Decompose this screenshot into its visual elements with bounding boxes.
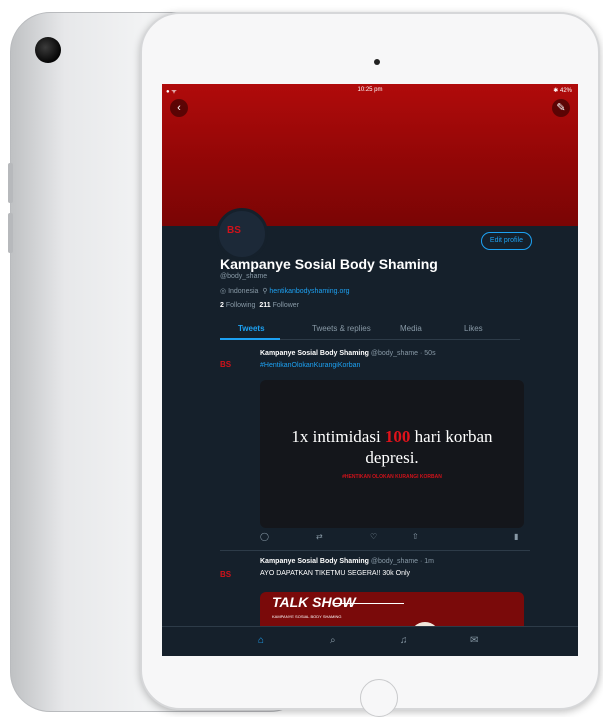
status-bar: ● ᯤ 10:25 pm ✱ 42% bbox=[162, 86, 578, 96]
website-link[interactable]: hentikanbodyshaming.org bbox=[269, 288, 349, 295]
analytics-icon[interactable]: ▮ bbox=[514, 532, 518, 541]
talkshow-title: TALK SHOW bbox=[272, 594, 356, 610]
tweet-author[interactable]: Kampanye Sosial Body Shaming bbox=[260, 350, 369, 357]
retweet-icon[interactable]: ⇄ bbox=[316, 532, 323, 541]
location-icon: ◎ bbox=[220, 288, 227, 295]
avatar[interactable]: BS bbox=[216, 208, 268, 260]
front-camera bbox=[374, 59, 380, 65]
messages-icon[interactable]: ✉ bbox=[470, 635, 478, 646]
tweet-header: Kampanye Sosial Body Shaming @body_shame… bbox=[260, 558, 434, 565]
tweet-header: Kampanye Sosial Body Shaming @body_shame… bbox=[260, 350, 436, 357]
battery-indicator: ✱ 42% bbox=[553, 88, 572, 94]
tweet-hashtag[interactable]: #HentikanOlokanKurangiKorban bbox=[260, 362, 360, 369]
rear-camera bbox=[35, 37, 61, 63]
active-tab-indicator bbox=[220, 338, 280, 340]
back-arrow-icon[interactable]: ‹ bbox=[170, 99, 188, 117]
tweet-author[interactable]: Kampanye Sosial Body Shaming bbox=[260, 558, 369, 565]
media-subcaption: #HENTIKAN OLOKAN KURANGI KORBAN bbox=[342, 474, 442, 480]
media-caption-number: 100 bbox=[384, 427, 411, 446]
tweet-avatar[interactable]: BS bbox=[220, 570, 254, 588]
tab-likes[interactable]: Likes bbox=[464, 324, 483, 333]
share-icon[interactable]: ⇧ bbox=[412, 532, 419, 541]
home-icon[interactable]: ⌂ bbox=[258, 635, 264, 646]
status-time: 10:25 pm bbox=[357, 87, 383, 93]
talkshow-subtitle: KAMPANYE SOSIAL BODY SHAMING bbox=[272, 614, 342, 619]
tweet-avatar[interactable]: BS bbox=[220, 360, 254, 378]
tab-media[interactable]: Media bbox=[400, 324, 422, 333]
profile-tabs: Tweets Tweets & replies Media Likes bbox=[220, 320, 520, 340]
twitter-profile-screen: ● ᯤ 10:25 pm ✱ 42% ‹ ✎ BS Edit profile K… bbox=[162, 84, 578, 656]
tweet-media-image[interactable]: 1x intimidasi 100 hari korban depresi. #… bbox=[260, 380, 524, 528]
like-icon[interactable]: ♡ bbox=[370, 532, 377, 541]
media-caption: 1x intimidasi 100 hari korban depresi. bbox=[260, 426, 524, 468]
tab-tweets-replies[interactable]: Tweets & replies bbox=[312, 324, 371, 333]
media-caption-part: 1x intimidasi bbox=[291, 427, 385, 446]
handle: @body_shame bbox=[220, 273, 268, 280]
divider bbox=[220, 550, 530, 551]
volume-button bbox=[8, 213, 13, 253]
media-caption-line2: depresi. bbox=[365, 448, 419, 467]
followers-count[interactable]: 211 bbox=[259, 302, 270, 309]
tools-icon[interactable]: ✎ bbox=[552, 99, 570, 117]
location-text: Indonesia bbox=[228, 288, 259, 295]
profile-meta: ◎ Indonesia ⚲ hentikanbodyshaming.org bbox=[220, 287, 350, 295]
home-button[interactable] bbox=[360, 679, 398, 717]
avatar-logo: BS bbox=[227, 225, 241, 236]
reply-icon[interactable]: ◯ bbox=[260, 532, 269, 541]
following-label[interactable]: Following bbox=[226, 302, 256, 309]
tweet-actions: ◯ ⇄ ♡ ⇧ ▮ bbox=[260, 530, 524, 544]
follow-counts: 2 Following 211 Follower bbox=[220, 302, 299, 309]
notifications-icon[interactable]: ♫ bbox=[400, 635, 408, 646]
search-icon[interactable]: ⌕ bbox=[330, 635, 336, 646]
bottom-navigation: ⌂ ⌕ ♫ ✉ bbox=[162, 626, 578, 656]
tweet-handle-time: @body_shame · 1m bbox=[370, 558, 435, 565]
followers-label[interactable]: Follower bbox=[273, 302, 299, 309]
display-name: Kampanye Sosial Body Shaming bbox=[220, 256, 438, 272]
tweet-handle-time: @body_shame · 50s bbox=[370, 350, 436, 357]
media-caption-part: hari korban bbox=[410, 427, 493, 446]
following-count[interactable]: 2 bbox=[220, 302, 224, 309]
decorative-line bbox=[334, 603, 404, 604]
volume-button bbox=[8, 163, 13, 203]
edit-profile-button[interactable]: Edit profile bbox=[480, 232, 532, 250]
link-icon: ⚲ bbox=[262, 288, 268, 295]
tweet-text: AYO DAPATKAN TIKETMU SEGERA!! 30k Only bbox=[260, 570, 411, 577]
header-banner bbox=[162, 84, 578, 226]
tab-tweets[interactable]: Tweets bbox=[238, 324, 265, 333]
